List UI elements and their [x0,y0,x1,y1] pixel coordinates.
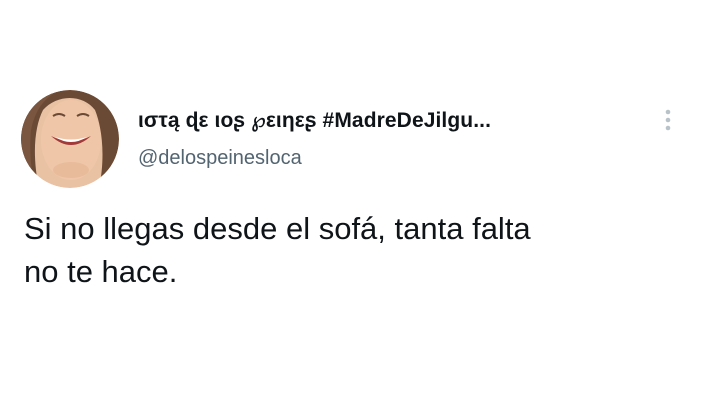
more-options-button[interactable] [656,108,680,134]
avatar[interactable] [21,90,119,188]
author-handle[interactable]: @delospeinesloca [138,147,302,170]
tweet-text: Si no llegas desde el sofá, tanta falta … [24,211,531,289]
author-display-name[interactable]: ιστą ɖε ιοʂ ℘ειηεʂ #MadreDeJilgu... [138,108,491,133]
more-options-icon [665,109,671,131]
tweet-card: ιστą ɖε ιοʂ ℘ειηεʂ #MadreDeJilgu... @del… [0,0,704,400]
profile-photo-icon [21,90,119,188]
